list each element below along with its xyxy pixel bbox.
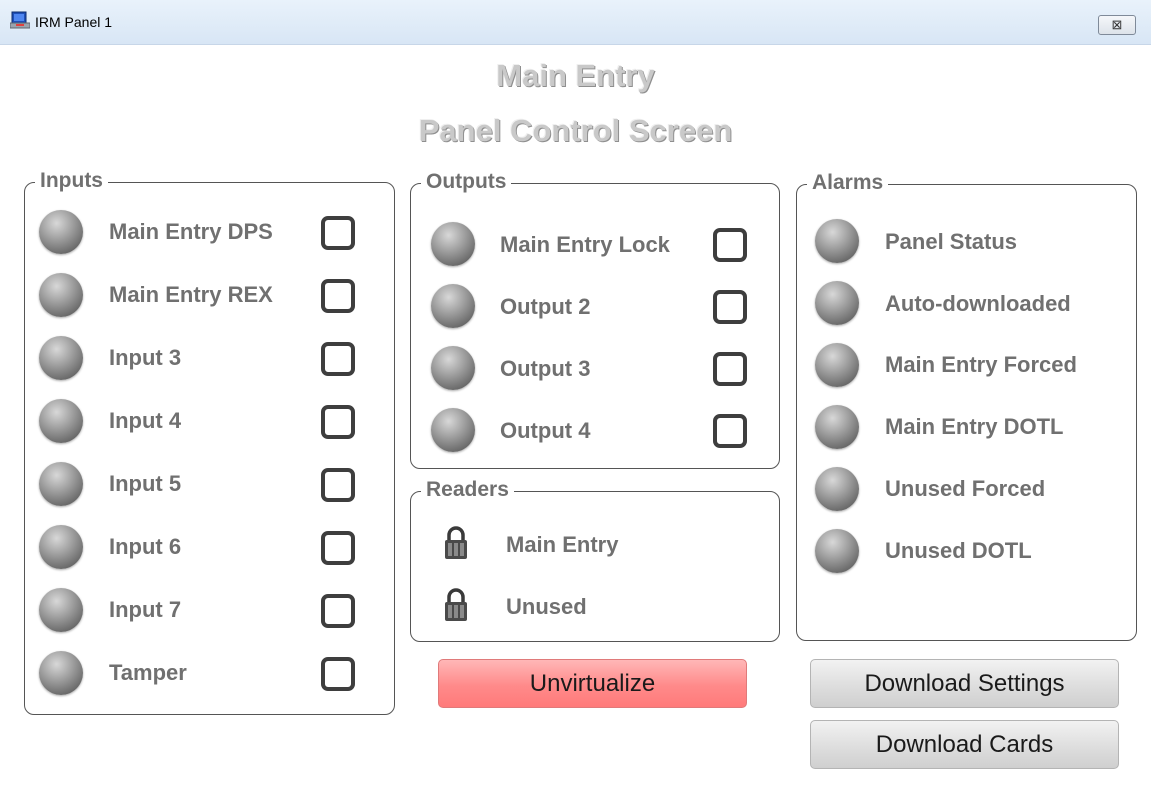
input-4-label: Input 4 bbox=[109, 408, 182, 433]
readers-group: Readers Main Entry Unused bbox=[410, 478, 780, 642]
tamper-label: Tamper bbox=[109, 660, 187, 685]
alarm-auto-downloaded-label: Auto-downloaded bbox=[885, 291, 1071, 316]
output-4-led bbox=[431, 408, 475, 452]
close-icon: ⊠ bbox=[1111, 17, 1123, 32]
alarm-main-entry-forced-label: Main Entry Forced bbox=[885, 352, 1077, 377]
reader-2-label: Unused bbox=[506, 594, 587, 619]
input-2-led bbox=[39, 273, 83, 317]
output-4-checkbox[interactable] bbox=[713, 414, 747, 448]
input-5-checkbox[interactable] bbox=[321, 468, 355, 502]
input-2-label: Main Entry REX bbox=[109, 282, 273, 307]
unvirtualize-button[interactable]: Unvirtualize bbox=[438, 659, 747, 708]
tamper-checkbox[interactable] bbox=[321, 657, 355, 691]
input-4-checkbox[interactable] bbox=[321, 405, 355, 439]
input-7-checkbox[interactable] bbox=[321, 594, 355, 628]
input-3-checkbox[interactable] bbox=[321, 342, 355, 376]
irm-panel-window: IRM Panel 1 ⊠ Main Entry Panel Control S… bbox=[0, 0, 1151, 785]
app-icon bbox=[10, 11, 30, 29]
lock-icon bbox=[445, 526, 467, 559]
output-1-led bbox=[431, 222, 475, 266]
alarm-unused-forced-led bbox=[815, 467, 859, 511]
output-1-label: Main Entry Lock bbox=[500, 232, 670, 257]
output-2-checkbox[interactable] bbox=[713, 290, 747, 324]
download-cards-button[interactable]: Download Cards bbox=[810, 720, 1119, 769]
download-settings-button[interactable]: Download Settings bbox=[810, 659, 1119, 708]
input-1-checkbox[interactable] bbox=[321, 216, 355, 250]
inputs-legend: Inputs bbox=[35, 169, 108, 193]
alarm-auto-downloaded-led bbox=[815, 281, 859, 325]
alarm-unused-dotl-led bbox=[815, 529, 859, 573]
alarm-unused-dotl-label: Unused DOTL bbox=[885, 538, 1032, 563]
alarm-unused-forced-label: Unused Forced bbox=[885, 476, 1046, 501]
output-3-label: Output 3 bbox=[500, 356, 591, 381]
input-4-led bbox=[39, 399, 83, 443]
page-title: Main Entry bbox=[496, 58, 655, 93]
input-6-label: Input 6 bbox=[109, 534, 182, 559]
alarms-legend: Alarms bbox=[807, 171, 889, 195]
alarms-group: Alarms Panel Status Auto-downloaded Main… bbox=[796, 171, 1137, 641]
output-4-label: Output 4 bbox=[500, 418, 591, 443]
inputs-group: Inputs Main Entry DPS Main Entry REX Inp… bbox=[24, 169, 395, 715]
alarm-panel-status-label: Panel Status bbox=[885, 229, 1018, 254]
output-1-checkbox[interactable] bbox=[713, 228, 747, 262]
input-7-led bbox=[39, 588, 83, 632]
input-7-label: Input 7 bbox=[109, 597, 182, 622]
alarm-panel-status-led bbox=[815, 219, 859, 263]
input-6-led bbox=[39, 525, 83, 569]
reader-1-label: Main Entry bbox=[506, 532, 619, 557]
input-2-checkbox[interactable] bbox=[321, 279, 355, 313]
input-1-label: Main Entry DPS bbox=[109, 219, 273, 244]
output-3-led bbox=[431, 346, 475, 390]
title-bar[interactable]: IRM Panel 1 ⊠ bbox=[0, 0, 1151, 45]
input-5-led bbox=[39, 462, 83, 506]
page-subtitle: Panel Control Screen bbox=[418, 113, 733, 148]
input-3-label: Input 3 bbox=[109, 345, 182, 370]
output-3-checkbox[interactable] bbox=[713, 352, 747, 386]
input-1-led bbox=[39, 210, 83, 254]
close-button[interactable]: ⊠ bbox=[1098, 15, 1136, 35]
outputs-group: Outputs Main Entry Lock Output 2 Output … bbox=[410, 170, 780, 469]
lock-icon bbox=[445, 588, 467, 621]
alarm-main-entry-dotl-label: Main Entry DOTL bbox=[885, 414, 1064, 439]
window-title: IRM Panel 1 bbox=[35, 14, 113, 30]
alarm-main-entry-forced-led bbox=[815, 343, 859, 387]
tamper-led bbox=[39, 651, 83, 695]
input-3-led bbox=[39, 336, 83, 380]
output-2-label: Output 2 bbox=[500, 294, 591, 319]
input-6-checkbox[interactable] bbox=[321, 531, 355, 565]
readers-legend: Readers bbox=[421, 478, 514, 502]
alarm-main-entry-dotl-led bbox=[815, 405, 859, 449]
input-5-label: Input 5 bbox=[109, 471, 182, 496]
outputs-legend: Outputs bbox=[421, 170, 512, 194]
output-2-led bbox=[431, 284, 475, 328]
